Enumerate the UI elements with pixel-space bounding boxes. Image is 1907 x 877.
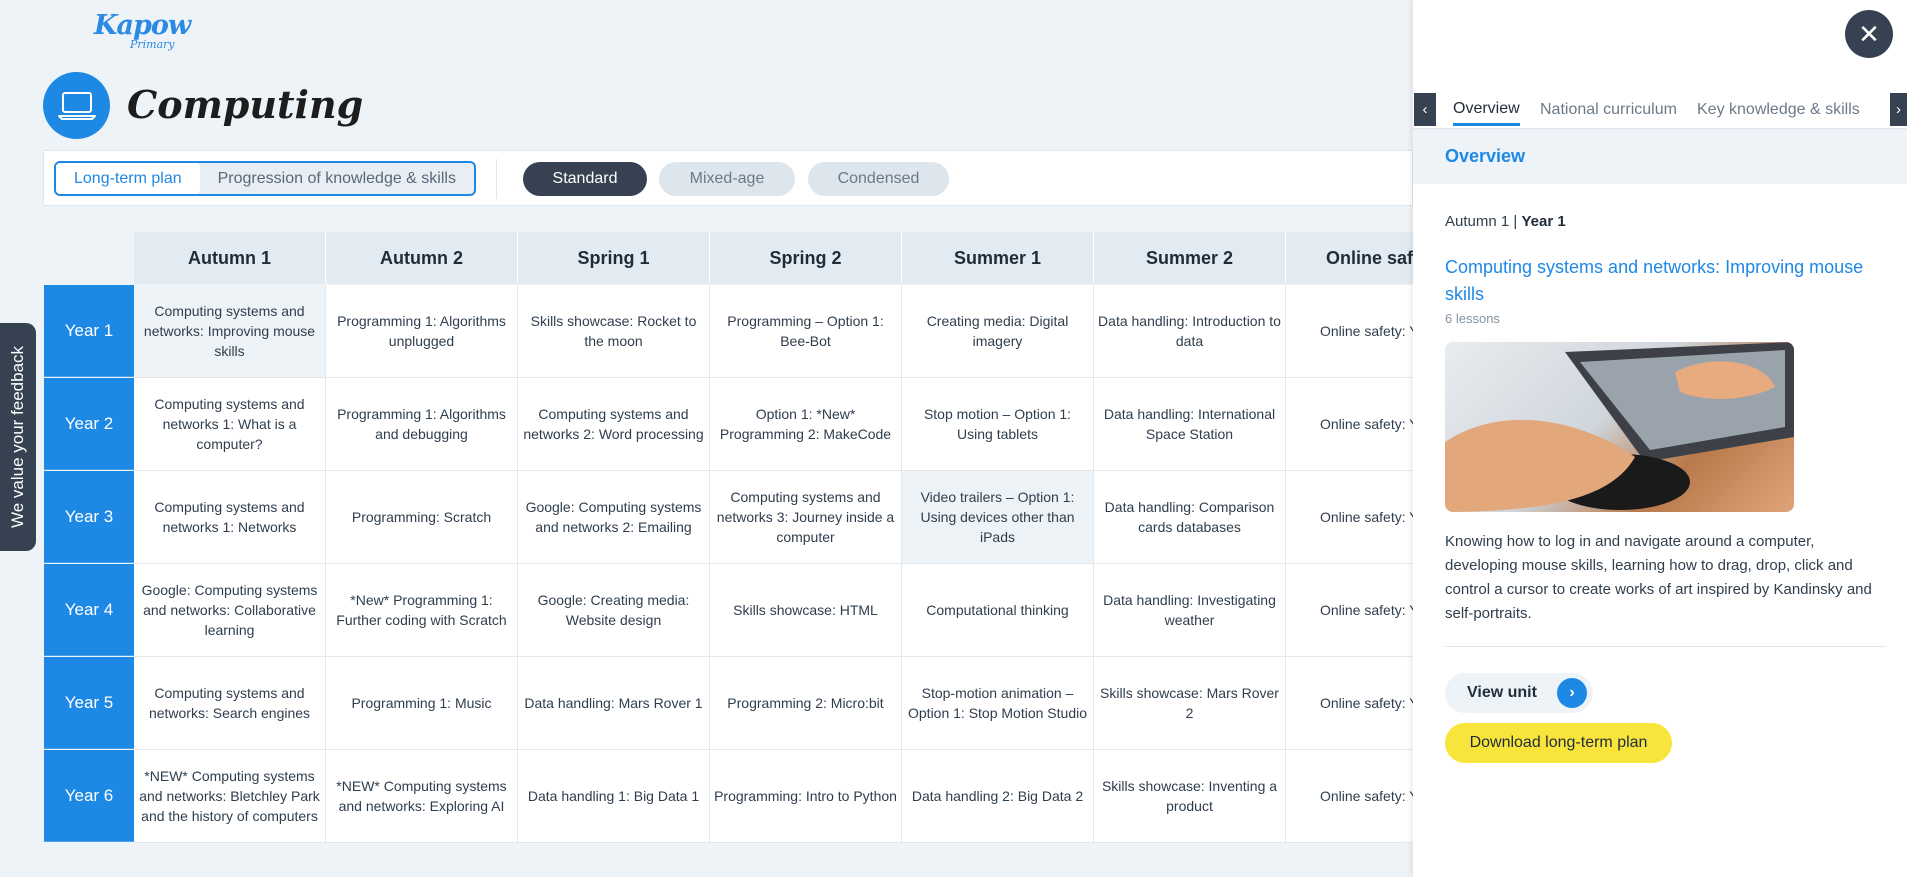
close-panel-button[interactable]: ✕	[1845, 10, 1893, 58]
term-label: Autumn 1	[1445, 213, 1510, 230]
column-header: Spring 2	[710, 232, 902, 284]
unit-cell[interactable]: *New* Programming 1: Further coding with…	[326, 564, 518, 657]
row-header-year-1: Year 1	[44, 285, 134, 377]
kapow-logo[interactable]: Kapow Primary	[92, 8, 191, 54]
toolbar-divider	[496, 159, 497, 199]
unit-cell[interactable]: Skills showcase: Mars Rover 2	[1094, 657, 1286, 750]
progression-tab[interactable]: Progression of knowledge & skills	[200, 163, 474, 194]
unit-description: Knowing how to log in and navigate aroun…	[1445, 533, 1872, 622]
unit-cell[interactable]: Programming – Option 1: Bee-Bot	[710, 285, 902, 378]
lesson-count: 6 lessons	[1445, 311, 1500, 326]
download-long-term-plan-button[interactable]: Download long-term plan	[1445, 723, 1672, 763]
unit-cell[interactable]: Google: Computing systems and networks 2…	[518, 471, 710, 564]
unit-cell[interactable]: Programming: Scratch	[326, 471, 518, 564]
column-header: Online safe	[1286, 232, 1414, 284]
unit-title-link[interactable]: Computing systems and networks: Improvin…	[1445, 254, 1875, 308]
column-header: Summer 1	[902, 232, 1094, 284]
unit-cell[interactable]: Programming 1: Music	[326, 657, 518, 750]
unit-cell[interactable]: Google: Computing systems and networks: …	[134, 564, 326, 657]
unit-cell[interactable]: Online safety: Y	[1286, 285, 1414, 378]
page-title: Computing	[127, 82, 364, 127]
unit-cell[interactable]: Online safety: Y	[1286, 471, 1414, 564]
unit-image	[1445, 342, 1794, 512]
logo-subtext: Primary	[130, 38, 175, 51]
chevron-left-icon: ‹	[1422, 101, 1428, 118]
unit-cell[interactable]: Computing systems and networks 1: Networ…	[134, 471, 326, 564]
plan-type-segmented-control: Long-term plan Progression of knowledge …	[54, 161, 476, 196]
unit-cell[interactable]: Stop motion – Option 1: Using tablets	[902, 378, 1094, 471]
row-header-year-6: Year 6	[44, 750, 134, 842]
unit-cell[interactable]: Data handling: Introduction to data	[1094, 285, 1286, 378]
close-icon: ✕	[1858, 18, 1880, 49]
row-header-year-3: Year 3	[44, 471, 134, 563]
feedback-tab[interactable]: We value your feedback	[0, 323, 36, 551]
long-term-plan-tab[interactable]: Long-term plan	[56, 163, 200, 194]
unit-cell[interactable]: Creating media: Digital imagery	[902, 285, 1094, 378]
unit-cell[interactable]: Data handling 1: Big Data 1	[518, 750, 710, 843]
unit-cell[interactable]: Computing systems and networks 3: Journe…	[710, 471, 902, 564]
tab-national-curriculum[interactable]: National curriculum	[1540, 94, 1677, 126]
view-unit-button[interactable]: View unit ›	[1445, 673, 1593, 713]
feedback-label: We value your feedback	[8, 345, 28, 529]
unit-cell[interactable]: Data handling: Comparison cards database…	[1094, 471, 1286, 564]
unit-breadcrumb: Autumn 1 | Year 1	[1445, 213, 1566, 230]
unit-cell[interactable]: *NEW* Computing systems and networks: Ex…	[326, 750, 518, 843]
laptop-icon	[43, 72, 110, 139]
overview-heading: Overview	[1445, 146, 1526, 166]
unit-cell[interactable]: Programming 2: Micro:bit	[710, 657, 902, 750]
unit-cell[interactable]: Data handling: Investigating weather	[1094, 564, 1286, 657]
arrow-right-icon: ›	[1557, 678, 1587, 708]
unit-cell[interactable]: Programming 1: Algorithms unplugged	[326, 285, 518, 378]
unit-cell[interactable]: Online safety: Y	[1286, 564, 1414, 657]
unit-cell[interactable]: Programming 1: Algorithms and debugging	[326, 378, 518, 471]
overview-header: Overview	[1413, 128, 1907, 184]
unit-detail-panel: ‹ Overview National curriculum Key knowl…	[1413, 0, 1907, 877]
panel-divider	[1445, 646, 1885, 647]
tabs-scroll-right-button[interactable]: ›	[1890, 93, 1907, 126]
unit-cell[interactable]: Computing systems and networks: Search e…	[134, 657, 326, 750]
unit-cell[interactable]: Computing systems and networks 2: Word p…	[518, 378, 710, 471]
unit-cell[interactable]: Online safety: Y	[1286, 657, 1414, 750]
unit-cell[interactable]: Data handling: Mars Rover 1	[518, 657, 710, 750]
crumb-separator: |	[1513, 213, 1518, 230]
unit-cell[interactable]: Option 1: *New* Programming 2: MakeCode	[710, 378, 902, 471]
unit-cell[interactable]: Data handling: International Space Stati…	[1094, 378, 1286, 471]
unit-cell[interactable]: Skills showcase: Inventing a product	[1094, 750, 1286, 843]
logo-wordmark: Kapow	[94, 10, 191, 41]
unit-cell[interactable]: Computational thinking	[902, 564, 1094, 657]
unit-cell[interactable]: *NEW* Computing systems and networks: Bl…	[134, 750, 326, 843]
condensed-button[interactable]: Condensed	[808, 162, 949, 196]
view-unit-label: View unit	[1467, 684, 1537, 701]
tab-overview[interactable]: Overview	[1453, 94, 1520, 126]
column-header: Summer 2	[1094, 232, 1286, 284]
unit-cell[interactable]: Google: Creating media: Website design	[518, 564, 710, 657]
column-header: Spring 1	[518, 232, 710, 284]
row-header-year-4: Year 4	[44, 564, 134, 656]
unit-cell[interactable]: Computing systems and networks: Improvin…	[134, 285, 326, 378]
standard-button[interactable]: Standard	[523, 162, 647, 196]
unit-cell[interactable]: Stop-motion animation – Option 1: Stop M…	[902, 657, 1094, 750]
unit-cell[interactable]: Programming: Intro to Python	[710, 750, 902, 843]
row-header-year-5: Year 5	[44, 657, 134, 749]
row-header-year-2: Year 2	[44, 378, 134, 470]
unit-cell[interactable]: Skills showcase: HTML	[710, 564, 902, 657]
column-header: Autumn 1	[134, 232, 326, 284]
plan-toolbar: Long-term plan Progression of knowledge …	[43, 150, 1413, 206]
column-header: Autumn 2	[326, 232, 518, 284]
unit-cell[interactable]: Skills showcase: Rocket to the moon	[518, 285, 710, 378]
unit-cell[interactable]: Video trailers – Option 1: Using devices…	[902, 471, 1094, 564]
tab-key-knowledge-skills[interactable]: Key knowledge & skills	[1697, 94, 1860, 126]
unit-cell[interactable]: Computing systems and networks 1: What i…	[134, 378, 326, 471]
unit-cell[interactable]: Data handling 2: Big Data 2	[902, 750, 1094, 843]
mixed-age-button[interactable]: Mixed-age	[659, 162, 795, 196]
tabs-scroll-left-button[interactable]: ‹	[1414, 93, 1436, 126]
chevron-right-icon: ›	[1896, 101, 1901, 118]
unit-cell[interactable]: Online safety: Y	[1286, 378, 1414, 471]
unit-cell[interactable]: Online safety: Y	[1286, 750, 1414, 843]
year-label: Year 1	[1521, 213, 1566, 230]
